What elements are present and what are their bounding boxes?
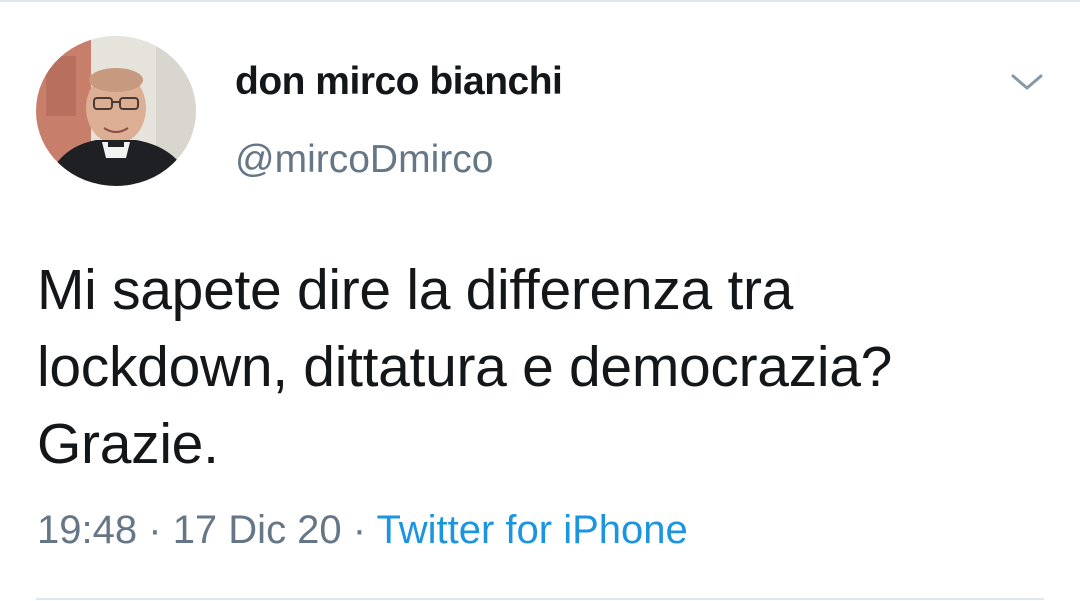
avatar[interactable] xyxy=(36,36,196,186)
tweet-text-line: lockdown, dittatura e democrazia? xyxy=(37,335,893,399)
tweet-text-line: Mi sapete dire la differenza tra xyxy=(37,258,794,322)
tweet-menu-button[interactable] xyxy=(1004,64,1050,100)
tweet-time[interactable]: 19:48 xyxy=(37,508,137,552)
tweet-text: Mi sapete dire la differenza tra lockdow… xyxy=(37,252,1057,483)
tweet-date[interactable]: 17 Dic 20 xyxy=(173,508,342,552)
meta-separator: · xyxy=(352,508,367,552)
profile-photo-icon xyxy=(36,36,196,186)
tweet-source-link[interactable]: Twitter for iPhone xyxy=(377,508,688,552)
tweet-metadata: 19:48 · 17 Dic 20 · Twitter for iPhone xyxy=(37,508,688,553)
tweet-card: don mirco bianchi @mircoDmirco Mi sapete… xyxy=(0,0,1080,601)
tweet-text-line: Grazie. xyxy=(37,412,219,476)
chevron-down-icon xyxy=(1011,74,1043,90)
meta-separator: · xyxy=(148,508,162,552)
display-name[interactable]: don mirco bianchi xyxy=(235,60,563,104)
user-handle[interactable]: @mircoDmirco xyxy=(235,138,493,182)
bottom-divider xyxy=(36,598,1044,600)
